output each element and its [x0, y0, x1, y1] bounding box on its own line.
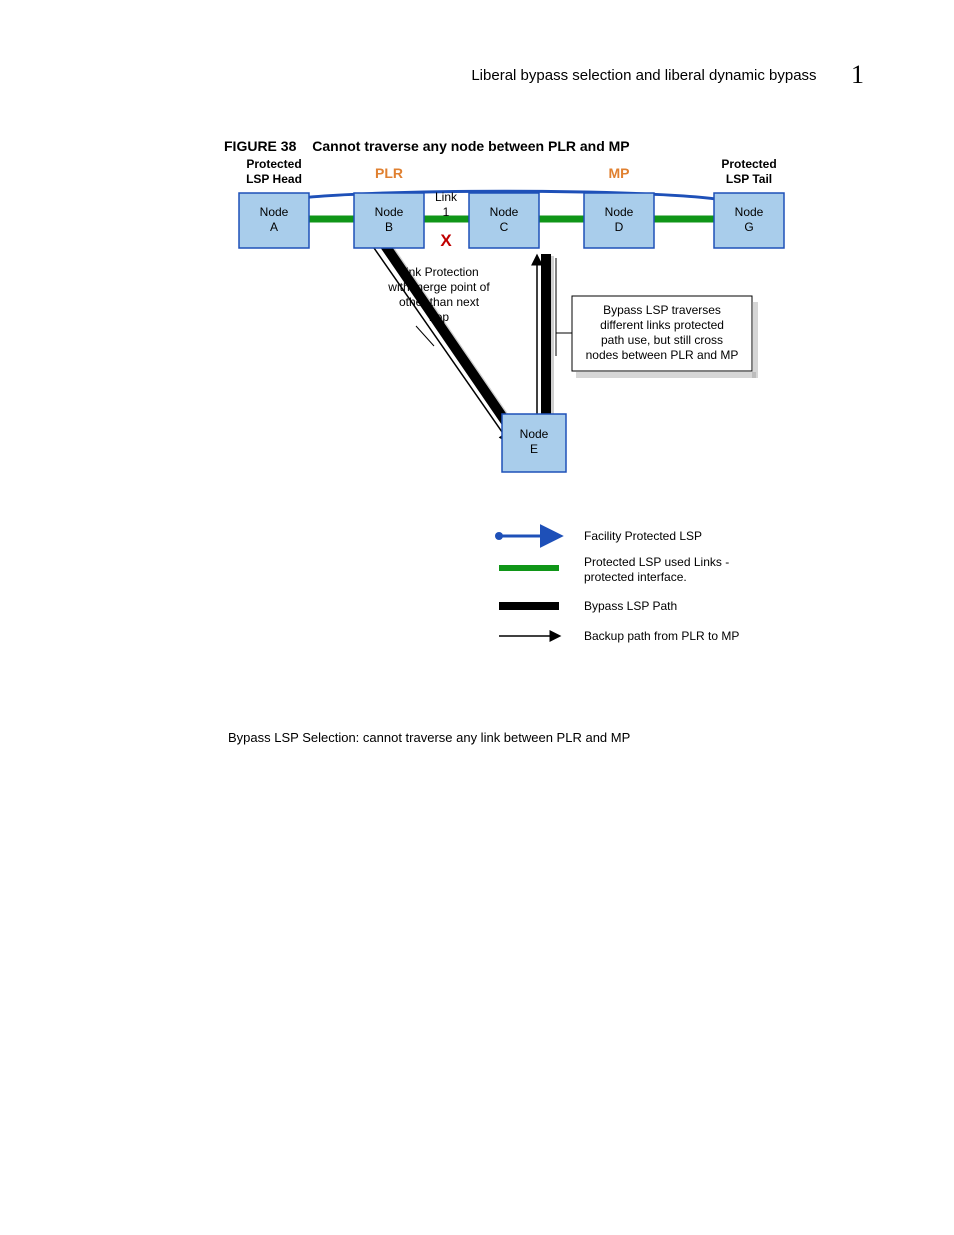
figure-caption: FIGURE 38 Cannot traverse any node betwe…	[224, 138, 630, 154]
svg-text:Node: Node	[375, 205, 404, 219]
svg-text:other than next: other than next	[399, 295, 480, 309]
svg-text:Protected: Protected	[246, 157, 301, 171]
svg-text:Link Protection: Link Protection	[399, 265, 478, 279]
svg-text:G: G	[744, 220, 753, 234]
svg-text:hop: hop	[429, 310, 449, 324]
svg-text:LSP Tail: LSP Tail	[726, 172, 772, 186]
svg-text:Backup path from PLR to MP: Backup path from PLR to MP	[584, 629, 739, 643]
svg-text:protected interface.: protected interface.	[584, 570, 687, 584]
body-text: Bypass LSP Selection: cannot traverse an…	[228, 730, 630, 745]
svg-text:E: E	[530, 442, 538, 456]
svg-text:D: D	[615, 220, 624, 234]
svg-text:1: 1	[443, 205, 450, 219]
header-page-number: 1	[851, 60, 864, 90]
svg-text:PLR: PLR	[375, 165, 403, 181]
svg-text:different links protected: different links protected	[600, 318, 724, 332]
svg-text:path use, but still cross: path use, but still cross	[601, 333, 723, 347]
svg-text:X: X	[440, 231, 452, 250]
svg-text:Node: Node	[605, 205, 634, 219]
figure-label: FIGURE 38	[224, 138, 296, 154]
header-title: Liberal bypass selection and liberal dyn…	[471, 67, 816, 84]
page-header: Liberal bypass selection and liberal dyn…	[0, 60, 864, 90]
figure-title: Cannot traverse any node between PLR and…	[312, 138, 629, 154]
svg-text:B: B	[385, 220, 393, 234]
svg-text:Node: Node	[260, 205, 289, 219]
diagram: Node A Node B Node C Node D Node G	[224, 156, 804, 676]
svg-text:Bypass LSP Path: Bypass LSP Path	[584, 599, 677, 613]
svg-text:Node: Node	[735, 205, 764, 219]
page: Liberal bypass selection and liberal dyn…	[0, 0, 954, 1235]
svg-text:nodes between PLR and MP: nodes between PLR and MP	[586, 348, 739, 362]
svg-text:with merge point of: with merge point of	[387, 280, 490, 294]
svg-text:A: A	[270, 220, 278, 234]
svg-text:Protected: Protected	[721, 157, 776, 171]
svg-text:Protected LSP used Links -: Protected LSP used Links -	[584, 555, 729, 569]
svg-text:Bypass LSP traverses: Bypass LSP traverses	[603, 303, 721, 317]
svg-text:C: C	[500, 220, 509, 234]
svg-text:LSP Head: LSP Head	[246, 172, 302, 186]
svg-text:Node: Node	[520, 427, 549, 441]
svg-text:Facility Protected LSP: Facility Protected LSP	[584, 529, 702, 543]
svg-text:MP: MP	[609, 165, 630, 181]
svg-text:Node: Node	[490, 205, 519, 219]
svg-text:Link: Link	[435, 190, 458, 204]
